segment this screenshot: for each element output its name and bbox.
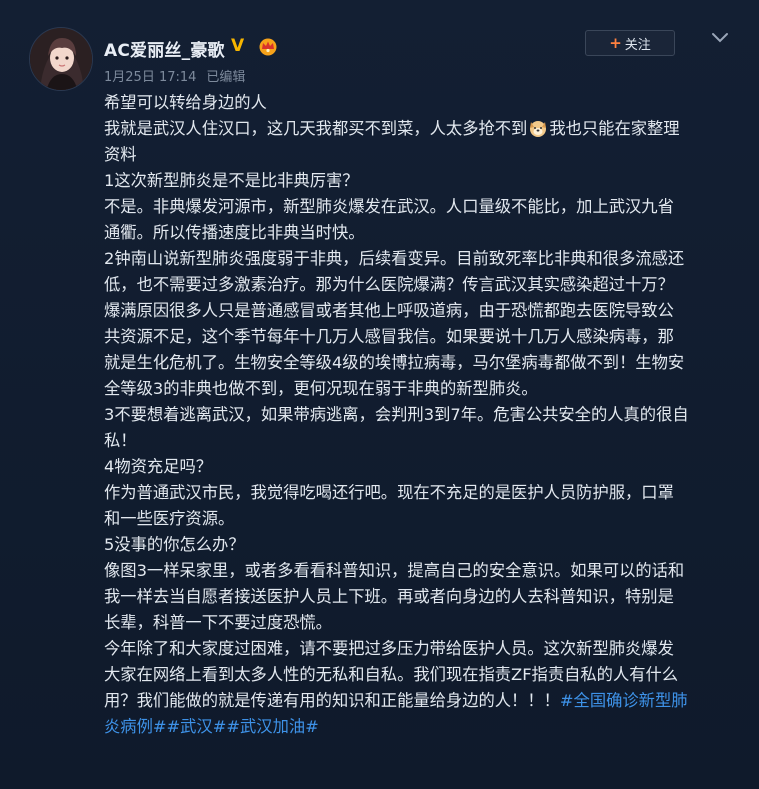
hashtag-link[interactable]: #武汉# <box>167 717 227 736</box>
chevron-down-icon[interactable] <box>706 26 734 48</box>
post-line: 5没事的你怎么办？ <box>104 535 245 554</box>
post-line: 用？我们能做的就是传递有用的知识和正能量给身边的人！！！#全国确诊新型肺 <box>104 688 736 714</box>
post-line: 像图3一样呆家里，或者多看看科普知识，提高自己的安全意识。如果可以的话和 <box>104 561 685 580</box>
post-line: 就是生化危机了。生物安全等级4级的埃博拉病毒，马尔堡病毒都做不到！生物安 <box>104 353 685 372</box>
post-line: 大家在网络上看到太多人性的无私和自私。我们现在指责ZF指责自私的人有什么 <box>104 665 679 684</box>
verified-badge: V <box>231 36 245 56</box>
post-line: 我就是武汉人住汉口，这几天我都买不到菜，人太多抢不到 我也只能在家整理 <box>104 116 736 142</box>
post-line: 共资源不足，这个季节每年十几万人感冒我信。如果要说十几万人感染病毒，那 <box>104 327 674 346</box>
post-line: 爆满原因很多人只是普通感冒或者其他上呼吸道病，由于恐慌都跑去医院导致公 <box>104 301 674 320</box>
follow-button[interactable]: + 关注 <box>585 30 675 56</box>
post-line: 今年除了和大家度过困难，请不要把过多压力带给医护人员。这次新型肺炎爆发 <box>104 639 674 658</box>
post-line: 私！ <box>104 431 137 450</box>
post-line: 长辈，科普一下不要过度恐慌。 <box>104 613 332 632</box>
post-line: 通衢。所以传播速度比非典当时快。 <box>104 223 365 242</box>
post-line: 资料 <box>104 145 137 164</box>
post-content: 希望可以转给身边的人 我就是武汉人住汉口，这几天我都买不到菜，人太多抢不到 我也只… <box>104 90 736 740</box>
username[interactable]: AC爱丽丝_豪歌 <box>104 36 225 61</box>
crown-icon <box>259 38 277 56</box>
follow-label: 关注 <box>624 37 651 53</box>
post-line: 作为普通武汉市民，我觉得吃喝还行吧。现在不充足的是医护人员防护服，口罩 <box>104 483 674 502</box>
post-line: 2钟南山说新型肺炎强度弱于非典，后续看变异。目前致死率比非典和很多流感还 <box>104 249 685 268</box>
post-line-text: 我也只能在家整理 <box>549 119 680 138</box>
dog-emoji-icon <box>530 121 547 137</box>
post-meta: 1月25日 17:14 已编辑 <box>104 66 245 85</box>
post-line: 4物资充足吗？ <box>104 457 213 476</box>
avatar-image <box>30 28 92 90</box>
post-line: 低，也不需要过多激素治疗。那为什么医院爆满？传言武汉其实感染超过十万？ <box>104 275 674 294</box>
hashtag-link[interactable]: #全国确诊新型肺 <box>560 691 688 710</box>
hashtag-link[interactable]: 炎病例# <box>104 717 167 736</box>
post-line: 全等级3的非典也做不到，更何况现在弱于非典的新型肺炎。 <box>104 379 538 398</box>
post-line-text: 我就是武汉人住汉口，这几天我都买不到菜，人太多抢不到 <box>104 119 528 138</box>
weibo-post-card: AC爱丽丝_豪歌 V 1月25日 17:14 已编辑 + 关注 希望可以转给身边… <box>0 0 759 789</box>
post-date[interactable]: 1月25日 17:14 <box>104 66 196 85</box>
post-line: 我一样去当自愿者接送医护人员上下班。再或者向身边的人去科普知识，特别是 <box>104 587 674 606</box>
post-line: 炎病例##武汉##武汉加油# <box>104 714 736 740</box>
plus-icon: + <box>609 34 622 52</box>
post-line: 希望可以转给身边的人 <box>104 93 267 112</box>
post-line: 不是。非典爆发河源市，新型肺炎爆发在武汉。人口量级不能比，加上武汉九省 <box>104 197 674 216</box>
post-line: 3不要想着逃离武汉，如果带病逃离，会判刑3到7年。危害公共安全的人真的很自 <box>104 405 689 424</box>
post-line: 和一些医疗资源。 <box>104 509 235 528</box>
post-line: 1这次新型肺炎是不是比非典厉害？ <box>104 171 359 190</box>
hashtag-link[interactable]: #武汉加油# <box>226 717 318 736</box>
post-line-text: 用？我们能做的就是传递有用的知识和正能量给身边的人！！！ <box>104 691 560 710</box>
edited-label[interactable]: 已编辑 <box>206 66 245 85</box>
avatar[interactable] <box>29 27 93 91</box>
